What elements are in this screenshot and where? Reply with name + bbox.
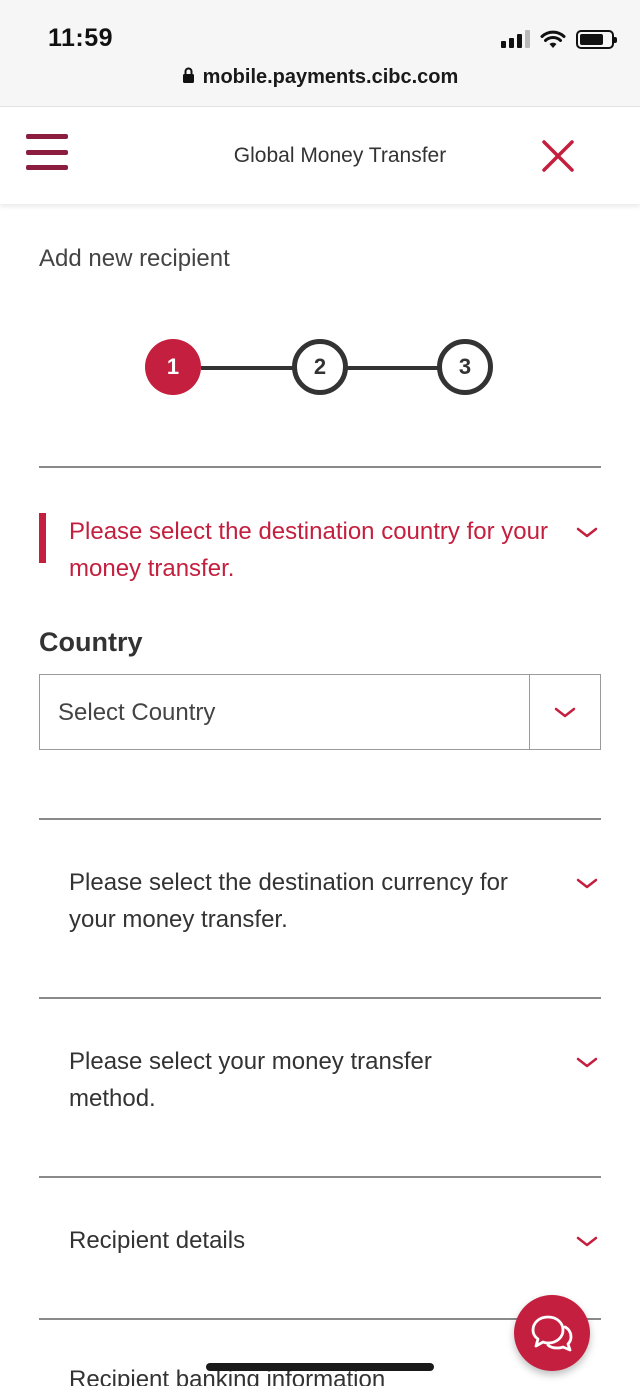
- close-icon[interactable]: [540, 138, 576, 174]
- accordion-label: Please select the destination country fo…: [69, 518, 548, 582]
- active-section-marker: [39, 513, 46, 563]
- step-connector: [345, 366, 439, 370]
- step-connector: [201, 366, 295, 370]
- accordion-recipient-details[interactable]: Recipient details: [39, 1222, 601, 1262]
- status-time: 11:59: [48, 24, 114, 52]
- chat-button[interactable]: [514, 1295, 590, 1371]
- lock-icon: [182, 67, 194, 83]
- chevron-down-icon[interactable]: [575, 872, 599, 896]
- url-bar[interactable]: mobile.payments.cibc.com: [0, 66, 640, 89]
- add-recipient-heading: Add new recipient: [39, 245, 230, 272]
- accordion-destination-country[interactable]: Please select the destination country fo…: [39, 505, 601, 595]
- accordion-label: Please select the destination currency f…: [69, 869, 508, 933]
- chevron-down-icon[interactable]: [575, 1051, 599, 1075]
- country-select-value: Select Country: [58, 699, 216, 726]
- wifi-icon: [540, 30, 566, 48]
- country-label: Country: [39, 627, 143, 657]
- progress-stepper: 1 2 3: [145, 339, 495, 395]
- step-2: 2: [292, 339, 348, 395]
- section-divider: [39, 997, 601, 999]
- step-1: 1: [145, 339, 201, 395]
- home-indicator: [206, 1363, 434, 1371]
- chevron-down-icon[interactable]: [575, 521, 599, 545]
- accordion-label: Recipient details: [69, 1227, 246, 1254]
- section-divider: [39, 1176, 601, 1178]
- accordion-destination-currency[interactable]: Please select the destination currency f…: [39, 864, 601, 944]
- accordion-label: Please select your money transfer method…: [69, 1048, 432, 1112]
- chevron-down-icon[interactable]: [553, 701, 577, 725]
- status-icons: [501, 28, 617, 50]
- battery-icon: [576, 29, 617, 49]
- chevron-down-icon[interactable]: [575, 1230, 599, 1254]
- country-select[interactable]: Select Country: [39, 674, 601, 750]
- accordion-transfer-method[interactable]: Please select your money transfer method…: [39, 1043, 601, 1123]
- section-divider: [39, 818, 601, 820]
- cellular-signal-icon: [501, 30, 530, 48]
- section-divider: [39, 466, 601, 468]
- browser-top-bar: 11:59 mobile.payments.cibc.com: [0, 0, 640, 107]
- select-divider: [528, 675, 530, 749]
- step-3: 3: [437, 339, 493, 395]
- url-text: mobile.payments.cibc.com: [202, 66, 459, 88]
- chat-bubbles-icon: [531, 1315, 573, 1352]
